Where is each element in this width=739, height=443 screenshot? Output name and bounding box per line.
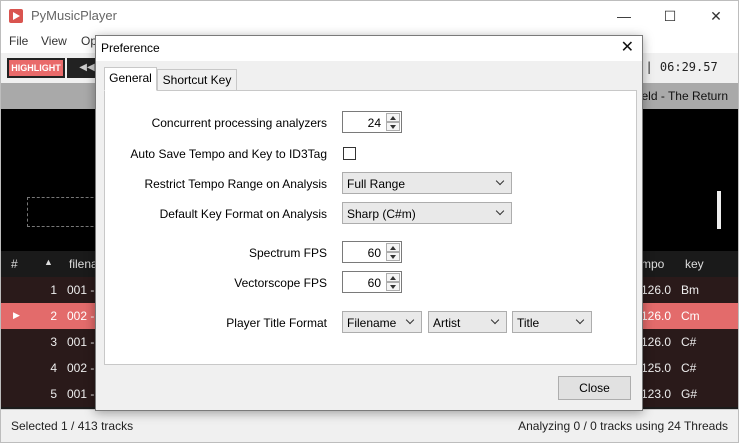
tab-general[interactable]: General (104, 67, 157, 91)
tab-shortcut-key[interactable]: Shortcut Key (157, 69, 237, 91)
playing-icon: ▶ (13, 310, 20, 320)
vectorscope-fps-spinbox[interactable]: 60 (342, 271, 402, 293)
now-playing-title: eld - The Return (641, 89, 729, 103)
row-filename: 001 - (67, 387, 95, 401)
row-tempo: 126.0 (641, 335, 672, 349)
column-header-filename[interactable]: filena (69, 257, 98, 271)
row-index: 1 (50, 283, 57, 297)
vectorscope-fps-label: Vectorscope FPS (234, 276, 327, 290)
general-settings-panel: Concurrent processing analyzers 24 Auto … (104, 90, 637, 365)
preference-dialog: Preference ✕ General Shortcut Key Concur… (95, 35, 643, 411)
spin-down-icon[interactable] (386, 122, 400, 131)
row-filename: 002 - (67, 309, 95, 323)
dialog-titlebar: Preference ✕ (96, 36, 642, 61)
menu-file[interactable]: File (9, 34, 28, 48)
concurrent-analyzers-label: Concurrent processing analyzers (151, 116, 327, 130)
row-index: 2 (50, 309, 57, 323)
concurrent-analyzers-spinbox[interactable]: 24 (342, 111, 402, 133)
title-format-select-3[interactable]: Title (512, 311, 592, 333)
row-key: G# (681, 387, 698, 401)
row-filename: 001 - (67, 283, 95, 297)
menu-view[interactable]: View (41, 34, 67, 48)
level-meter (717, 191, 721, 229)
title-format-value-1: Filename (347, 316, 397, 330)
row-tempo: 126.0 (641, 283, 672, 297)
row-index: 4 (50, 361, 57, 375)
row-key: C# (681, 335, 697, 349)
row-key: Bm (681, 283, 699, 297)
key-format-value: Sharp (C#m) (347, 207, 416, 221)
title-format-select-1[interactable]: Filename (342, 311, 422, 333)
spectrum-fps-value: 60 (367, 246, 381, 260)
spin-up-icon[interactable] (386, 273, 400, 282)
column-header-key[interactable]: key (685, 257, 704, 271)
chevron-down-icon (576, 317, 585, 326)
main-titlebar: PyMusicPlayer — ☐ ✕ (1, 1, 738, 31)
dialog-close-icon[interactable]: ✕ (621, 38, 634, 58)
close-button[interactable]: Close (558, 376, 631, 400)
app-title: PyMusicPlayer (31, 8, 117, 23)
chevron-down-icon (491, 317, 500, 326)
row-index: 3 (50, 335, 57, 349)
title-format-label: Player Title Format (226, 316, 327, 330)
key-format-select[interactable]: Sharp (C#m) (342, 202, 512, 224)
status-bar: Selected 1 / 413 tracks Analyzing 0 / 0 … (1, 409, 738, 442)
app-logo-icon (9, 9, 23, 23)
title-format-select-2[interactable]: Artist (428, 311, 507, 333)
row-key: Cm (681, 309, 700, 323)
row-index: 5 (50, 387, 57, 401)
analysis-status: Analyzing 0 / 0 tracks using 24 Threads (518, 419, 728, 433)
row-tempo: 125.0 (641, 361, 672, 375)
selection-status: Selected 1 / 413 tracks (11, 419, 134, 433)
spin-up-icon[interactable] (386, 243, 400, 252)
autosave-checkbox[interactable] (343, 147, 356, 160)
autosave-label: Auto Save Tempo and Key to ID3Tag (130, 147, 327, 161)
chevron-down-icon (496, 208, 505, 217)
time-display: 2 | 06:29.57 (631, 60, 718, 74)
minimize-button[interactable]: — (601, 1, 647, 31)
title-format-value-3: Title (517, 316, 540, 330)
row-filename: 001 - (67, 335, 95, 349)
sort-ascending-icon: ▲ (44, 257, 53, 267)
chevron-down-icon (406, 317, 415, 326)
column-header-tempo[interactable]: mpo (641, 257, 664, 271)
maximize-button[interactable]: ☐ (647, 1, 693, 31)
restrict-tempo-select[interactable]: Full Range (342, 172, 512, 194)
restrict-tempo-value: Full Range (347, 177, 406, 191)
row-key: C# (681, 361, 697, 375)
dialog-title: Preference (101, 41, 160, 55)
highlight-button[interactable]: HIGHLIGHT (7, 58, 65, 78)
chevron-down-icon (496, 178, 505, 187)
spectrum-fps-label: Spectrum FPS (248, 246, 327, 260)
window-close-button[interactable]: ✕ (693, 1, 738, 31)
spin-down-icon[interactable] (386, 252, 400, 261)
row-tempo: 123.0 (641, 387, 672, 401)
spin-down-icon[interactable] (386, 282, 400, 291)
vectorscope-fps-value: 60 (367, 276, 381, 290)
spin-up-icon[interactable] (386, 113, 400, 122)
column-header-index[interactable]: # (11, 257, 18, 271)
row-filename: 002 - (67, 361, 95, 375)
row-tempo: 126.0 (641, 309, 672, 323)
key-format-label: Default Key Format on Analysis (159, 207, 327, 221)
restrict-tempo-label: Restrict Tempo Range on Analysis (144, 177, 327, 191)
title-format-value-2: Artist (433, 316, 461, 330)
spectrum-fps-spinbox[interactable]: 60 (342, 241, 402, 263)
concurrent-analyzers-value: 24 (367, 116, 381, 130)
